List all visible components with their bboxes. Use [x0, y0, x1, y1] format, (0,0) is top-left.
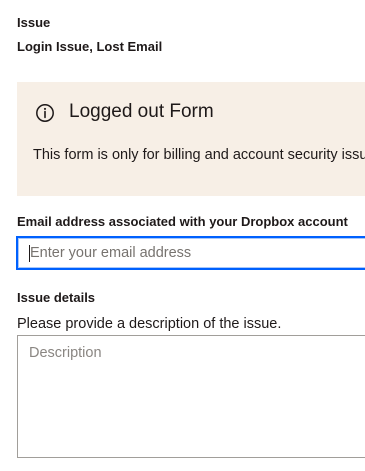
- description-textarea[interactable]: [17, 335, 365, 458]
- email-input[interactable]: [16, 236, 365, 270]
- logged-out-notice: Logged out Form This form is only for bi…: [17, 82, 365, 196]
- support-form: Issue Login Issue, Lost Email Logged out…: [0, 0, 365, 471]
- notice-text: This form is only for billing and accoun…: [33, 147, 365, 163]
- text-caret: [29, 245, 30, 262]
- info-icon: [35, 103, 55, 123]
- notice-title: Logged out Form: [69, 101, 214, 122]
- issue-label: Issue: [17, 15, 51, 30]
- email-label: Email address associated with your Dropb…: [17, 214, 348, 229]
- issue-value: Login Issue, Lost Email: [17, 39, 163, 54]
- issue-details-label: Issue details: [17, 290, 96, 305]
- issue-details-help: Please provide a description of the issu…: [17, 316, 282, 332]
